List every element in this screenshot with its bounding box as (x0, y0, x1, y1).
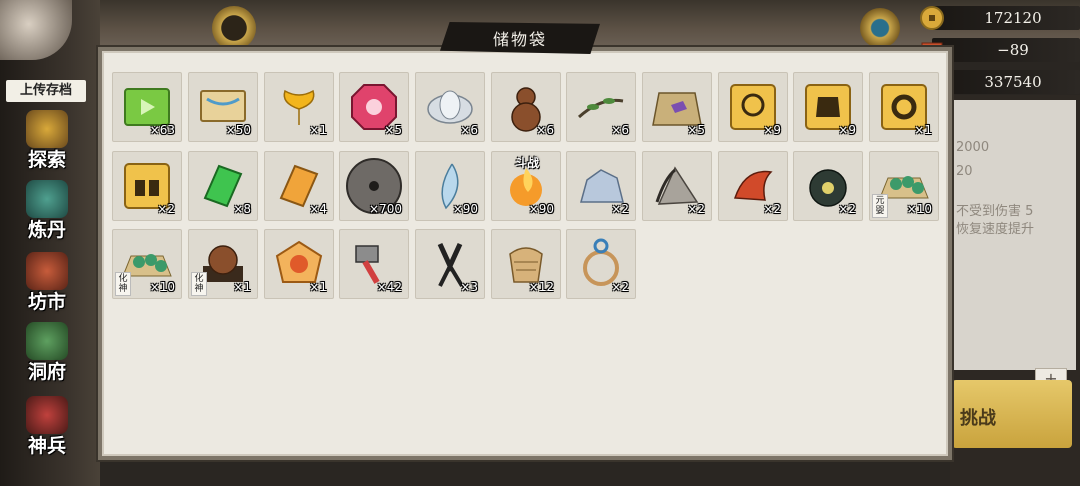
inventory-slot[interactable]: ×12 (491, 229, 561, 299)
challenge-button-label: 挑战 (960, 408, 996, 429)
item-count: ×9 (763, 123, 781, 137)
inventory-slot[interactable]: ×9 (718, 72, 788, 142)
item-count: ×700 (369, 202, 402, 216)
item-count: ×10 (906, 202, 932, 216)
item-count: ×90 (528, 202, 554, 216)
market-icon (26, 252, 68, 290)
inventory-slot[interactable]: ×2 (793, 151, 863, 221)
nav-market[interactable]: 坊市 (12, 252, 82, 314)
item-count: ×1 (309, 123, 327, 137)
inventory-slot[interactable]: ×1 (869, 72, 939, 142)
inventory-slot[interactable]: 元婴 ×10 (869, 151, 939, 221)
item-count: ×63 (149, 123, 175, 137)
item-count: ×2 (763, 202, 781, 216)
inventory-slot[interactable]: ×6 (415, 72, 485, 142)
furnace-icon (26, 180, 68, 218)
inventory-slot[interactable]: ×2 (112, 151, 182, 221)
weapon-icon (26, 396, 68, 434)
inventory-slot[interactable]: ×5 (642, 72, 712, 142)
item-count: ×12 (528, 280, 554, 294)
item-count: ×6 (611, 123, 629, 137)
item-count: ×1 (309, 280, 327, 294)
nav-label: 炼丹 (27, 219, 66, 241)
gold-value: 172120 (984, 9, 1042, 27)
item-count: ×4 (309, 202, 327, 216)
item-count: ×42 (376, 280, 402, 294)
inventory-slot[interactable]: ×5 (339, 72, 409, 142)
inventory-slot[interactable]: ×3 (415, 229, 485, 299)
inventory-slot[interactable]: ×63 (112, 72, 182, 142)
inventory-slot[interactable]: ×6 (491, 72, 561, 142)
item-count: ×2 (687, 202, 705, 216)
item-count: ×1 (914, 123, 932, 137)
inventory-slot[interactable]: ×700 (339, 151, 409, 221)
inventory-slot[interactable]: 化神 ×10 (112, 229, 182, 299)
gold-coin-icon (918, 4, 946, 32)
item-count: ×8 (233, 202, 251, 216)
item-count: ×3 (460, 280, 478, 294)
item-count: ×9 (838, 123, 856, 137)
inventory-slot[interactable]: ×1 (264, 229, 334, 299)
nav-label: 神兵 (27, 435, 66, 457)
nav-weapon[interactable]: 神兵 (12, 396, 82, 458)
item-count: ×2 (611, 202, 629, 216)
right-panel-line: 2000 (956, 140, 990, 155)
right-panel-line: 不受到伤害 5 (956, 204, 1034, 219)
inventory-slot[interactable]: ×8 (188, 151, 258, 221)
realm-badge: 化神 (115, 272, 131, 296)
item-count: ×5 (687, 123, 705, 137)
inventory-slot[interactable]: 化神 ×1 (188, 229, 258, 299)
spirit-stone-value: 337540 (984, 73, 1042, 91)
realm-badge: 化神 (191, 272, 207, 296)
inventory-slot[interactable]: ×4 (264, 151, 334, 221)
inventory-slot[interactable]: ×2 (566, 151, 636, 221)
item-count: ×1 (233, 280, 251, 294)
item-count: ×6 (536, 123, 554, 137)
inventory-slot[interactable]: ×6 (566, 72, 636, 142)
nav-cave[interactable]: 洞府 (12, 322, 82, 384)
pagoda-icon (26, 322, 68, 360)
nav-alchemy[interactable]: 炼丹 (12, 180, 82, 242)
item-overtext: 斗战 (514, 156, 539, 170)
nav-label: 洞府 (27, 361, 66, 383)
right-info-panel: 2000 20 不受到伤害 5 恢复速度提升 (952, 100, 1076, 370)
inventory-slot[interactable]: ×2 (718, 151, 788, 221)
realm-badge: 元婴 (872, 194, 888, 218)
panel-title: 储物袋 (492, 30, 547, 49)
lantern-icon (26, 110, 68, 148)
inventory-slot[interactable]: ×50 (188, 72, 258, 142)
nav-explore[interactable]: 探索 (12, 110, 82, 172)
currency-gold: 172120 (918, 4, 1080, 32)
inventory-slot[interactable]: ×2 (642, 151, 712, 221)
brick-value: −89 (997, 41, 1029, 59)
right-panel-line: 20 (956, 164, 973, 179)
inventory-slot[interactable]: ×90 (415, 151, 485, 221)
upload-save-button[interactable]: 上传存档 (6, 80, 86, 102)
item-count: ×2 (838, 202, 856, 216)
nav-label: 坊市 (27, 291, 66, 313)
inventory-slot[interactable]: ×9 (793, 72, 863, 142)
item-count: ×6 (460, 123, 478, 137)
inventory-slot[interactable]: ×42 (339, 229, 409, 299)
inventory-slot[interactable]: ×2 (566, 229, 636, 299)
item-count: ×2 (611, 280, 629, 294)
inventory-slot[interactable]: 斗战 ×90 (491, 151, 561, 221)
right-panel-line: 恢复速度提升 (956, 222, 1035, 237)
ring-deco-icon (860, 8, 900, 48)
coin-deco-icon (212, 6, 256, 50)
inventory-slot[interactable]: ×1 (264, 72, 334, 142)
item-count: ×5 (384, 123, 402, 137)
item-count: ×90 (452, 202, 478, 216)
item-count: ×10 (149, 280, 175, 294)
item-count: ×50 (225, 123, 251, 137)
nav-label: 探索 (27, 149, 66, 171)
item-count: ×2 (157, 202, 175, 216)
challenge-button[interactable]: 挑战 (952, 380, 1072, 448)
